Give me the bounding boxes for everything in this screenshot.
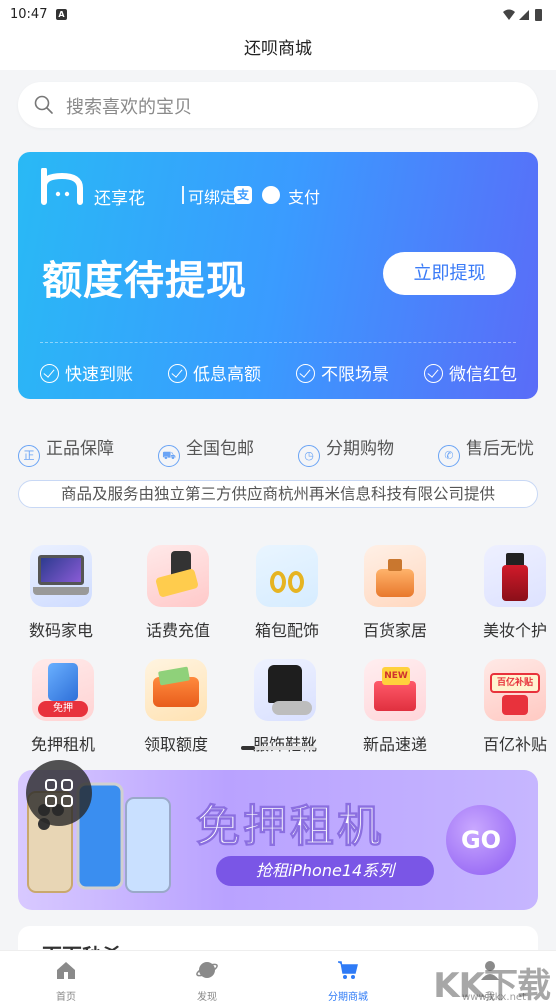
credit-hero-card[interactable]: 还享花 可绑定 支 支付 额度待提现 立即提现 快速到账 低息高额 不限场景 微…	[18, 152, 538, 399]
guarantee-installment: ◷ 分期购物	[298, 434, 394, 467]
category-label: 服饰鞋靴	[252, 735, 317, 754]
bind-text: 可绑定	[188, 188, 237, 207]
pay-text: 支付	[288, 188, 321, 207]
feature-item: 微信红包	[424, 360, 517, 385]
clock-icon: ◷	[298, 445, 320, 467]
category-label: 新品速递	[362, 735, 427, 754]
page-title: 还呗商城	[0, 30, 556, 70]
tab-installment-mall[interactable]: 分期商城	[308, 959, 388, 1003]
tab-home[interactable]: 首页	[26, 959, 106, 1003]
wechat-pay-icon	[262, 186, 280, 204]
guarantee-after-sales: ✆ 售后无忧	[438, 434, 534, 467]
category-new-arrivals[interactable]: NEW 新品速递	[350, 659, 440, 755]
jacket-icon	[254, 659, 316, 721]
laptop-icon	[30, 545, 92, 607]
search-input[interactable]: 搜索喜欢的宝贝	[18, 82, 538, 128]
banner-title: 免押租机	[196, 801, 384, 853]
check-circle-icon	[168, 364, 187, 383]
category-subsidy[interactable]: 百亿补贴 百亿补贴	[470, 659, 556, 755]
category-label: 箱包配饰	[254, 621, 319, 640]
category-label: 话费充值	[145, 621, 210, 640]
search-icon	[34, 95, 53, 114]
planet-icon	[196, 962, 218, 978]
huanxianghua-logo-icon	[41, 168, 83, 205]
wifi-signal-battery-icon	[503, 9, 542, 21]
skincare-icon	[484, 545, 546, 607]
check-circle-icon	[424, 364, 443, 383]
necklace-icon	[256, 545, 318, 607]
truck-icon: ⛟	[158, 445, 180, 467]
watermark-url: www.kkx.net	[462, 992, 526, 1003]
rent-phone-banner[interactable]: 免押租机 抢租iPhone14系列 GO	[18, 770, 538, 910]
category-recharge[interactable]: 话费充值	[133, 545, 223, 641]
category-get-credit[interactable]: 领取额度	[131, 659, 221, 755]
category-rent-phone[interactable]: 免押 免押租机	[18, 659, 108, 755]
feature-item: 不限场景	[296, 360, 389, 385]
home-icon	[57, 962, 75, 979]
category-label: 领取额度	[143, 735, 208, 754]
category-label: 美妆个护	[482, 621, 547, 640]
guarantee-genuine: 正正品保障	[18, 434, 114, 467]
scroll-thumb	[241, 746, 255, 750]
grid-icon	[45, 779, 73, 807]
check-circle-icon	[40, 364, 59, 383]
alipay-icon: 支	[234, 186, 252, 204]
category-scroll-indicator	[241, 746, 315, 750]
category-label: 免押租机	[30, 735, 95, 754]
banner-go-button[interactable]: GO	[446, 805, 516, 875]
floating-menu-button[interactable]	[26, 760, 92, 826]
banner-subtitle: 抢租iPhone14系列	[216, 856, 434, 886]
notification-a-icon: A	[56, 9, 67, 20]
category-digital[interactable]: 数码家电	[16, 545, 106, 641]
iphone-icon: 免押	[32, 659, 94, 721]
category-label: 百亿补贴	[482, 735, 547, 754]
subsidy-icon: 百亿补贴	[484, 659, 546, 721]
wallet-icon	[145, 659, 207, 721]
supplier-notice: 商品及服务由独立第三方供应商杭州再米信息科技有限公司提供	[18, 480, 538, 508]
feature-item: 低息高额	[168, 360, 261, 385]
search-placeholder: 搜索喜欢的宝贝	[66, 97, 192, 118]
category-label: 百货家居	[362, 621, 427, 640]
check-circle-icon	[296, 364, 315, 383]
category-home[interactable]: 百货家居	[350, 545, 440, 641]
feature-item: 快速到账	[40, 360, 133, 385]
hero-headline: 额度待提现	[42, 258, 247, 304]
category-accessories[interactable]: 箱包配饰	[242, 545, 332, 641]
brand-name: 还享花	[94, 189, 145, 209]
status-bar: 10:47 A	[0, 0, 556, 30]
status-time: 10:47	[10, 7, 48, 22]
withdraw-now-button[interactable]: 立即提现	[383, 252, 516, 295]
category-beauty[interactable]: 美妆个护	[470, 545, 556, 641]
genuine-icon: 正	[18, 445, 40, 467]
phone-recharge-icon	[147, 545, 209, 607]
guarantee-free-shipping: ⛟ 全国包邮	[158, 434, 254, 467]
cart-icon	[338, 961, 358, 979]
tab-discover[interactable]: 发现	[167, 959, 247, 1003]
category-label: 数码家电	[28, 621, 93, 640]
hero-divider	[40, 342, 516, 343]
phone-icon: ✆	[438, 445, 460, 467]
new-box-icon: NEW	[364, 659, 426, 721]
brand-divider	[182, 186, 184, 204]
category-apparel[interactable]: 服饰鞋靴	[240, 659, 330, 755]
perfume-icon	[364, 545, 426, 607]
